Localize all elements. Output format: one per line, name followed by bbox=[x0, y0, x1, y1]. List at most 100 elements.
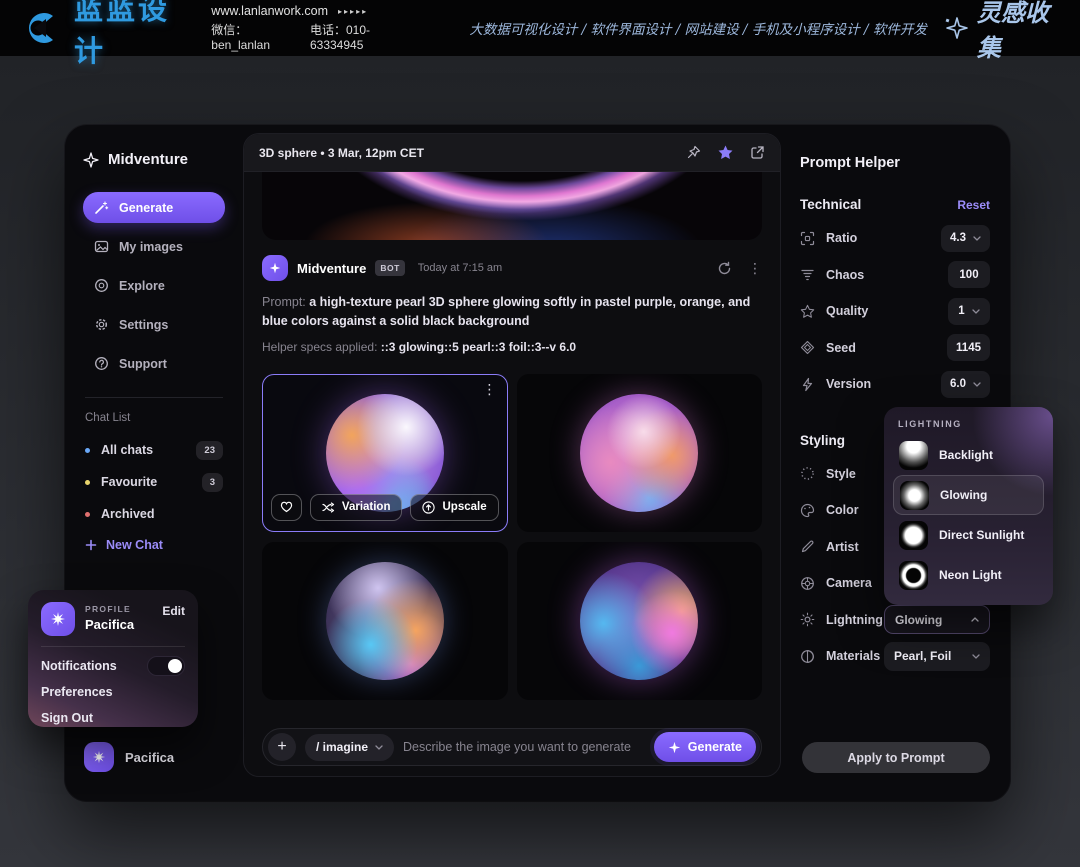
new-chat-button[interactable]: New Chat bbox=[83, 538, 225, 552]
hero-image-sphere-arcs[interactable] bbox=[262, 172, 762, 240]
chat-item-archived[interactable]: Archived bbox=[83, 498, 225, 530]
sidebar-item-my-images[interactable]: My images bbox=[83, 231, 225, 262]
app-title: Midventure bbox=[83, 151, 225, 168]
sphere-image-bubble bbox=[580, 562, 698, 680]
result-image-4[interactable] bbox=[517, 542, 763, 700]
chevron-down-icon bbox=[973, 382, 981, 387]
new-chat-label: New Chat bbox=[106, 538, 163, 552]
lightning-select[interactable]: Glowing bbox=[884, 605, 990, 634]
technical-row-chaos: Chaos 100 bbox=[800, 257, 990, 294]
option-label: Backlight bbox=[939, 448, 993, 462]
chevron-down-icon bbox=[375, 745, 383, 750]
row-label: Style bbox=[826, 467, 856, 481]
pen-icon bbox=[800, 539, 815, 554]
imagine-command-dropdown[interactable]: / imagine bbox=[305, 734, 394, 761]
ratio-crop-icon bbox=[800, 231, 815, 246]
ratio-select[interactable]: 4.3 bbox=[941, 225, 990, 252]
sign-out-item[interactable]: Sign Out bbox=[41, 705, 185, 731]
notifications-label: Notifications bbox=[41, 659, 117, 673]
quality-select[interactable]: 1 bbox=[948, 298, 990, 325]
site-phone: 电话：010-63334945 bbox=[310, 21, 411, 52]
app-name: Midventure bbox=[108, 151, 188, 168]
favourite-button[interactable] bbox=[271, 494, 302, 521]
nav-label: My images bbox=[119, 240, 183, 254]
magic-wand-icon bbox=[94, 200, 109, 215]
row-label: Artist bbox=[826, 540, 859, 554]
lightning-option-neon-light[interactable]: Neon Light bbox=[893, 555, 1044, 595]
nav-label: Generate bbox=[119, 201, 173, 215]
lightning-dropdown: LIGHTNING Backlight Glowing Direct Sunli… bbox=[884, 407, 1053, 605]
chaos-value: 100 bbox=[959, 269, 978, 281]
chaos-funnel-icon bbox=[800, 267, 815, 282]
technical-row-seed: Seed 1145 bbox=[800, 330, 990, 367]
favourite-star-icon[interactable] bbox=[717, 144, 734, 161]
variation-button[interactable]: Variation bbox=[310, 494, 403, 521]
backlight-thumbnail bbox=[899, 441, 928, 470]
styling-row-lightning: Lightning Glowing bbox=[800, 602, 990, 639]
quality-value: 1 bbox=[958, 305, 964, 317]
chat-title: 3D sphere • 3 Mar, 12pm CET bbox=[259, 146, 424, 160]
sidebar-user[interactable]: Pacifica bbox=[84, 742, 174, 772]
reset-button[interactable]: Reset bbox=[957, 198, 990, 212]
preferences-item[interactable]: Preferences bbox=[41, 679, 185, 705]
chat-item-favourite[interactable]: Favourite 3 bbox=[83, 466, 225, 498]
result-image-2[interactable] bbox=[517, 374, 763, 532]
technical-row-version: Version 6.0 bbox=[800, 366, 990, 403]
result-image-3[interactable] bbox=[262, 542, 508, 700]
notifications-toggle[interactable] bbox=[147, 656, 185, 676]
message-kebab-icon[interactable]: ⋮ bbox=[748, 260, 762, 277]
image-kebab-icon[interactable]: ⋮ bbox=[483, 381, 497, 398]
compass-icon bbox=[94, 278, 109, 293]
result-image-1[interactable]: ⋮ Variation bbox=[262, 374, 508, 532]
shuffle-icon bbox=[322, 502, 335, 513]
help-icon bbox=[94, 356, 109, 371]
lightning-option-backlight[interactable]: Backlight bbox=[893, 435, 1044, 475]
lanlan-logo-icon bbox=[20, 11, 58, 45]
starburst-icon bbox=[50, 611, 66, 627]
chevron-down-icon bbox=[973, 236, 981, 241]
profile-divider bbox=[41, 646, 185, 647]
profile-edit-button[interactable]: Edit bbox=[162, 604, 185, 618]
site-url[interactable]: www.lanlanwork.com bbox=[211, 4, 328, 18]
specs-value: ::3 glowing::5 pearl::3 foil::3--v 6.0 bbox=[381, 340, 576, 354]
attach-plus-button[interactable]: + bbox=[268, 733, 296, 761]
aperture-icon bbox=[800, 576, 815, 591]
heart-icon bbox=[280, 501, 293, 513]
materials-select[interactable]: Pearl, Foil bbox=[884, 642, 990, 671]
ratio-value: 4.3 bbox=[950, 232, 966, 244]
profile-avatar bbox=[41, 602, 75, 636]
technical-row-quality: Quality 1 bbox=[800, 293, 990, 330]
nav-label: Settings bbox=[119, 318, 168, 332]
message-timestamp: Today at 7:15 am bbox=[418, 262, 502, 274]
row-label: Seed bbox=[826, 341, 856, 355]
regenerate-icon[interactable] bbox=[717, 261, 732, 276]
inspiration-collect[interactable]: 灵感收集 bbox=[943, 0, 1060, 63]
chat-item-all-chats[interactable]: All chats 23 bbox=[83, 434, 225, 466]
row-label: Materials bbox=[826, 649, 880, 663]
chaos-input[interactable]: 100 bbox=[948, 261, 990, 288]
pin-icon[interactable] bbox=[686, 145, 701, 160]
sidebar-item-support[interactable]: Support bbox=[83, 348, 225, 379]
generate-button[interactable]: Generate bbox=[654, 732, 756, 762]
toggle-knob bbox=[168, 659, 182, 673]
lightning-option-glowing[interactable]: Glowing bbox=[893, 475, 1044, 515]
preferences-label: Preferences bbox=[41, 685, 113, 699]
sidebar-item-generate[interactable]: Generate bbox=[83, 192, 225, 223]
sidebar-item-explore[interactable]: Explore bbox=[83, 270, 225, 301]
upscale-button[interactable]: Upscale bbox=[410, 494, 498, 521]
sidebar-divider bbox=[85, 397, 223, 398]
chevron-down-icon bbox=[972, 309, 980, 314]
chat-item-label: Favourite bbox=[101, 475, 157, 489]
version-select[interactable]: 6.0 bbox=[941, 371, 990, 398]
row-label: Ratio bbox=[826, 231, 857, 245]
sidebar-item-settings[interactable]: Settings bbox=[83, 309, 225, 340]
styling-row-materials: Materials Pearl, Foil bbox=[800, 638, 990, 675]
chat-count-badge: 23 bbox=[196, 441, 223, 460]
seed-input[interactable]: 1145 bbox=[947, 334, 990, 361]
open-external-icon[interactable] bbox=[750, 145, 765, 160]
prompt-input-placeholder[interactable]: Describe the image you want to generate bbox=[403, 740, 631, 754]
variation-label: Variation bbox=[342, 501, 391, 513]
lightning-option-direct-sunlight[interactable]: Direct Sunlight bbox=[893, 515, 1044, 555]
apply-to-prompt-button[interactable]: Apply to Prompt bbox=[802, 742, 990, 773]
technical-row-ratio: Ratio 4.3 bbox=[800, 220, 990, 257]
